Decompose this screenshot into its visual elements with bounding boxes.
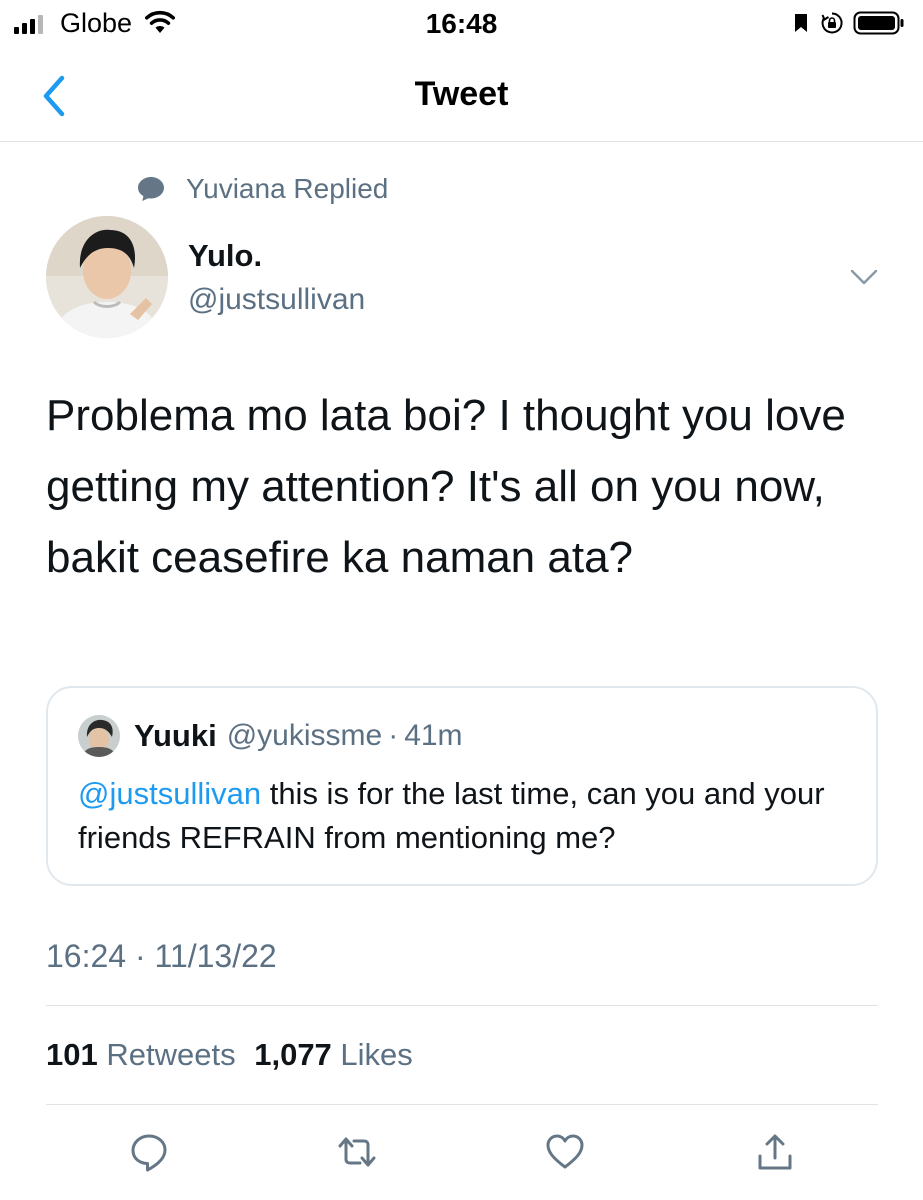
- like-icon[interactable]: [545, 1132, 585, 1172]
- speech-bubble-icon: [138, 177, 164, 201]
- nav-header: Tweet: [0, 50, 923, 142]
- reply-icon[interactable]: [129, 1132, 169, 1172]
- battery-icon: [853, 11, 904, 35]
- rotation-lock-icon: [821, 12, 843, 34]
- tweet-timestamp[interactable]: 16:24 · 11/13/22: [46, 938, 277, 975]
- avatar[interactable]: [46, 216, 168, 338]
- bookmark-icon: [795, 14, 807, 32]
- author-name[interactable]: Yulo.: [188, 238, 262, 274]
- quote-author-name: Yuuki: [134, 718, 217, 753]
- quote-avatar: [78, 715, 120, 757]
- chevron-down-icon[interactable]: [848, 265, 880, 289]
- retweets-count: 101: [46, 1037, 98, 1072]
- social-context[interactable]: Yuviana Replied: [136, 172, 388, 206]
- retweet-icon[interactable]: [337, 1132, 377, 1172]
- quote-separator: ·: [388, 719, 399, 752]
- quoted-tweet[interactable]: Yuuki @yukissme · 41m @justsullivan this…: [46, 686, 878, 886]
- quote-author-handle: @yukissme: [226, 719, 383, 752]
- retweets-stat[interactable]: 101 Retweets: [46, 1037, 236, 1072]
- divider: [46, 1104, 878, 1105]
- engagement-stats: 101 Retweets 1,077 Likes: [46, 1037, 413, 1073]
- likes-stat[interactable]: 1,077 Likes: [254, 1037, 413, 1072]
- share-icon[interactable]: [755, 1132, 795, 1172]
- quote-text: @justsullivan this is for the last time,…: [78, 772, 858, 860]
- retweets-label: Retweets: [106, 1037, 236, 1072]
- quote-header: Yuuki @yukissme · 41m: [78, 715, 463, 757]
- likes-count: 1,077: [254, 1037, 332, 1072]
- quote-age: 41m: [404, 719, 463, 752]
- status-bar: Globe 16:48: [0, 0, 923, 46]
- author-handle[interactable]: @justsullivan: [188, 283, 365, 317]
- tweet-text: Problema mo lata boi? I thought you love…: [46, 391, 846, 582]
- quote-mention-link[interactable]: @justsullivan: [78, 776, 261, 811]
- context-label: Yuviana Replied: [186, 173, 389, 204]
- divider: [46, 1005, 878, 1006]
- page-title: Tweet: [414, 75, 509, 113]
- likes-label: Likes: [340, 1037, 413, 1072]
- status-time: 16:48: [425, 8, 498, 39]
